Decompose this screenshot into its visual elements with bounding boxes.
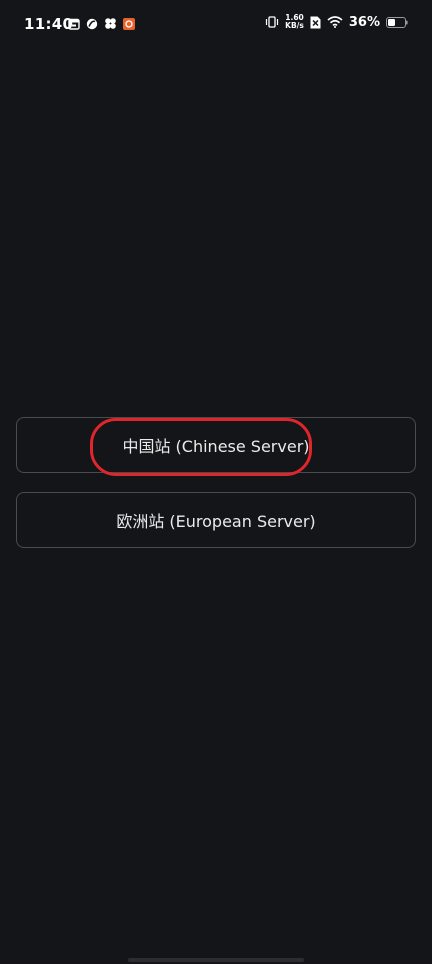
chinese-server-label: 中国站 (Chinese Server) bbox=[122, 437, 310, 456]
chinese-server-button[interactable]: 中国站 (Chinese Server) bbox=[16, 417, 416, 473]
calendar-icon bbox=[68, 18, 80, 30]
notification-icons bbox=[68, 17, 135, 30]
home-indicator[interactable] bbox=[128, 958, 304, 962]
sim-off-icon bbox=[310, 16, 321, 28]
network-speed: 1.60 KB/s bbox=[285, 14, 304, 30]
clover-icon bbox=[105, 18, 116, 29]
status-right: 1.60 KB/s 36% bbox=[265, 14, 408, 30]
wifi-icon bbox=[327, 16, 343, 28]
net-speed-unit: KB/s bbox=[285, 21, 304, 30]
battery-icon bbox=[386, 16, 408, 28]
leaf-icon bbox=[86, 18, 98, 29]
european-server-button[interactable]: 欧洲站 (European Server) bbox=[16, 492, 416, 548]
european-server-label: 欧洲站 (European Server) bbox=[116, 512, 316, 531]
battery-percent: 36% bbox=[348, 14, 380, 30]
orange-app-icon bbox=[123, 17, 135, 30]
vibrate-icon bbox=[266, 16, 279, 28]
status-time: 11:40 bbox=[24, 15, 74, 33]
status-bar: 11:40 1.60 KB/s 36% bbox=[0, 0, 432, 52]
